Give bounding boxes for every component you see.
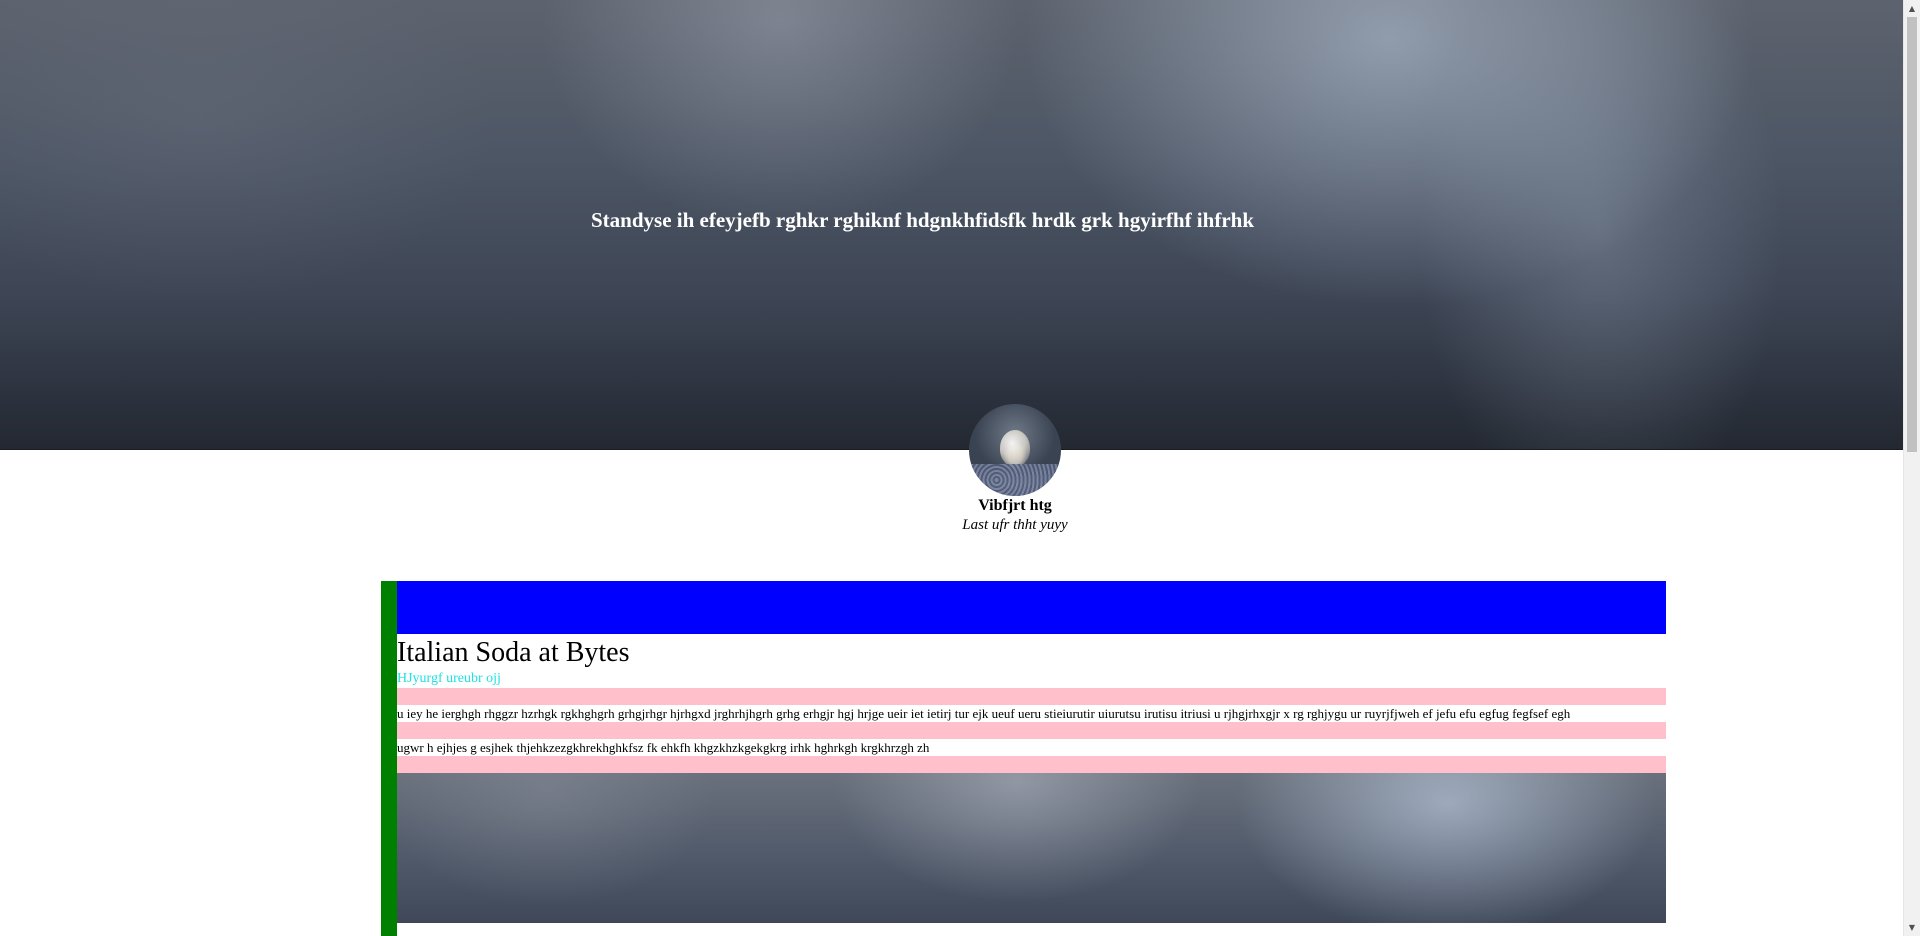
scroll-down-arrow-icon[interactable]: ▼	[1904, 919, 1920, 936]
post-card: Italian Soda at Bytes HJyurgf ureubr ojj…	[381, 581, 1666, 936]
separator	[397, 756, 1666, 773]
scroll-thumb[interactable]	[1907, 17, 1917, 452]
post-title: Italian Soda at Bytes	[397, 637, 630, 668]
hero-title: Standyse ih efeyjefb rghkr rghiknf hdgnk…	[590, 208, 1254, 232]
avatar-frost	[969, 464, 1061, 496]
separator	[397, 688, 1666, 705]
profile-subtitle: Last ufr thht yuyy	[962, 517, 1068, 533]
post-subtitle: HJyurgf ureubr ojj	[397, 671, 501, 686]
post-paragraph: u iey he ierghgh rhggzr hzrhgk rgkhghgrh…	[397, 706, 1571, 721]
separator	[397, 722, 1666, 739]
scroll-up-arrow-icon[interactable]: ▲	[1904, 0, 1920, 17]
vertical-scrollbar[interactable]: ▲ ▼	[1903, 0, 1920, 936]
profile-name: Vibfjrt htg	[978, 497, 1052, 514]
avatar-bubble	[1000, 430, 1030, 466]
page: Standyse ih efeyjefb rghkr rghiknf hdgnk…	[0, 0, 1903, 936]
post-paragraph: ugwr h ejhjes g esjhek thjehkzezgkhrekhg…	[397, 740, 930, 755]
post-header-bar	[397, 581, 1666, 634]
hero-banner: Standyse ih efeyjefb rghkr rghiknf hdgnk…	[0, 0, 1903, 450]
avatar[interactable]	[969, 404, 1061, 496]
post-image	[397, 773, 1666, 923]
